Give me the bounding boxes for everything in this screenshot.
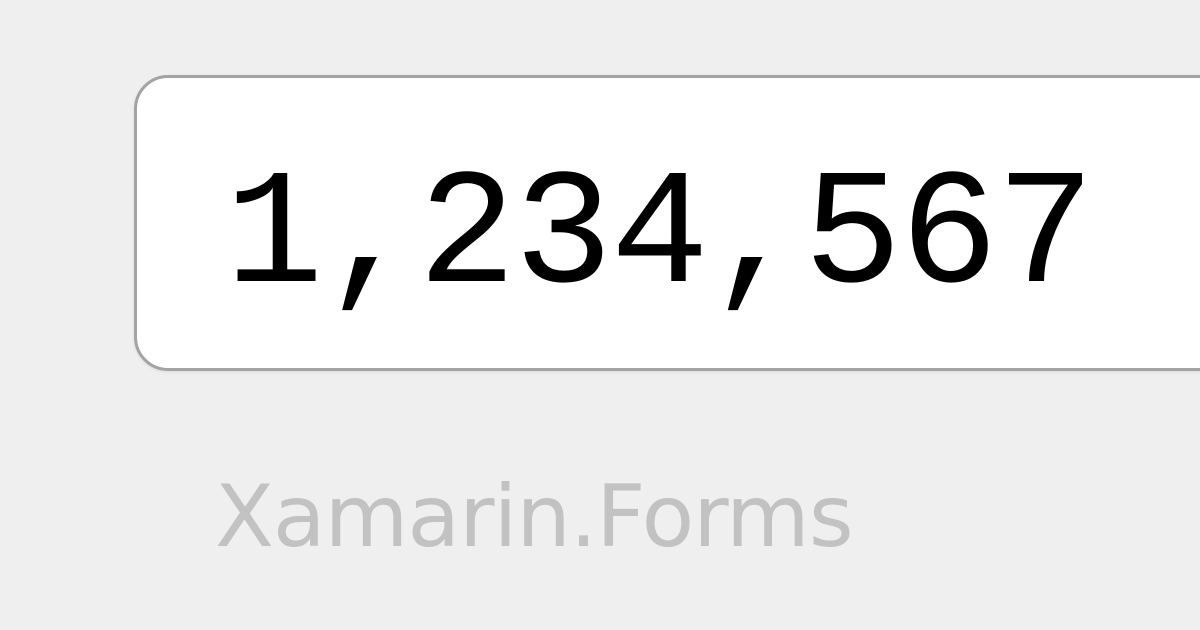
page: 1,234,567 Xamarin.Forms — [0, 0, 1200, 630]
framework-caption: Xamarin.Forms — [215, 467, 854, 567]
numeric-entry-value[interactable]: 1,234,567 — [225, 156, 1095, 320]
